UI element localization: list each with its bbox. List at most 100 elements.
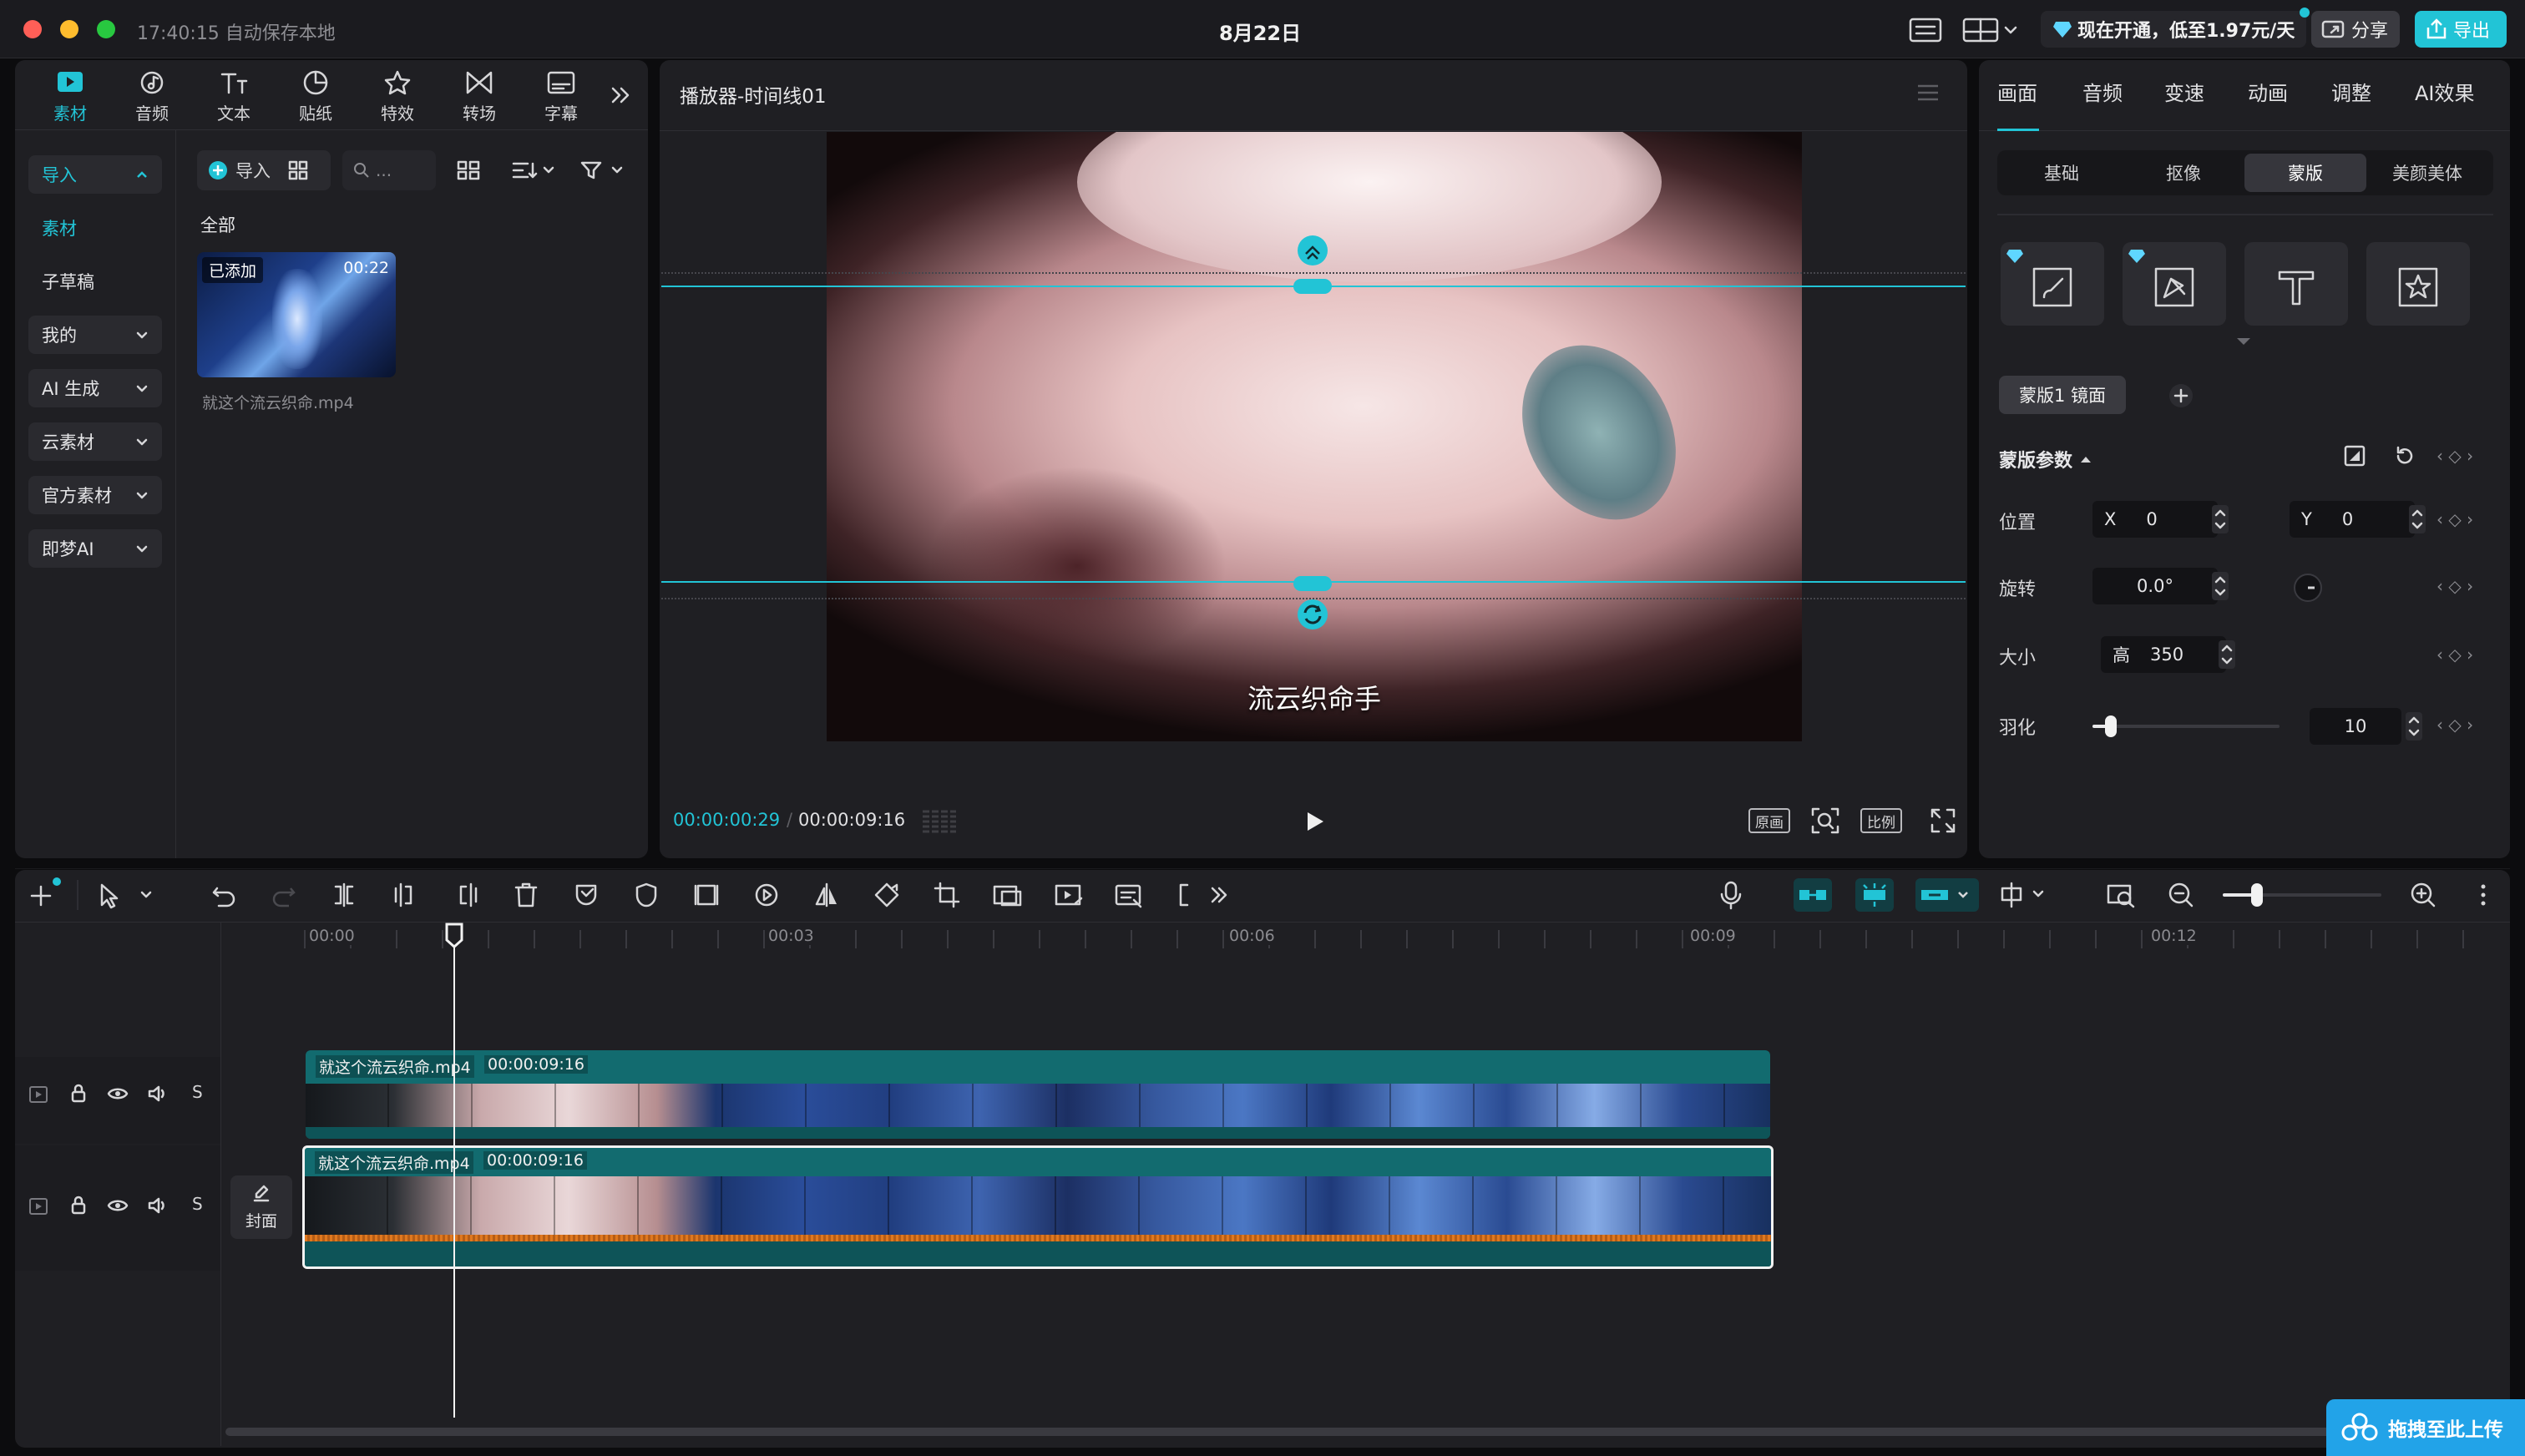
filter-icon[interactable] [579,159,626,182]
track2-solo-button[interactable]: S [192,1194,203,1214]
rotation-field[interactable]: 0.0° [2092,568,2218,604]
track1-eye-icon[interactable] [107,1085,129,1102]
position-y-field[interactable]: Y0 [2290,501,2415,538]
mask-shape-pen[interactable] [2123,242,2226,326]
keyframe-control-rotation[interactable]: ‹ ◇ › [2436,576,2473,596]
video-clip-track2-selected[interactable]: 就这个流云织命.mp4 00:00:09:16 [302,1145,1774,1269]
inspector-tab-adjust[interactable]: 调整 [2331,77,2371,106]
rotation-stepper-icon[interactable] [2211,571,2229,601]
search-input[interactable]: ... [342,150,436,190]
mask-layer-chip[interactable]: 蒙版1 镜面 [1999,376,2126,414]
tab-media[interactable]: 素材 [32,70,109,124]
track1-volume-icon[interactable] [147,1084,169,1104]
shortcut-keyboard-icon[interactable] [1909,17,1942,43]
timecode-grid-icon[interactable] [920,806,959,835]
media-clip-thumbnail[interactable]: 已添加 00:22 [197,252,396,377]
mask-feather-handle-icon[interactable] [1296,234,1329,267]
sidebar-item-ai-generate[interactable]: AI 生成 [28,369,162,407]
edit-cover-icon [253,1185,270,1202]
keyframe-control-feather[interactable]: ‹ ◇ › [2436,715,2473,735]
mask-top-handle[interactable] [1293,279,1332,294]
reset-icon[interactable] [2393,444,2416,468]
more-tabs-icon[interactable] [610,85,631,105]
play-icon[interactable] [1304,810,1326,833]
size-height-field[interactable]: 高 350 [2101,636,2226,673]
track-header-divider [220,922,221,1446]
time-separator: / [787,810,793,830]
sidebar-item-cloud[interactable]: 云素材 [28,422,162,461]
track2-lock-icon[interactable] [70,1196,87,1216]
original-quality-button[interactable]: 原画 [1748,808,1790,833]
import-nav-button[interactable]: 导入 [28,155,162,194]
upload-drop-button[interactable]: 拖拽至此上传 [2326,1399,2525,1456]
mask-shape-text[interactable] [2244,242,2348,326]
segment-cutout[interactable]: 抠像 [2123,154,2244,192]
sidebar-item-official[interactable]: 官方素材 [28,476,162,514]
size-stepper-icon[interactable] [2218,640,2236,670]
mask-shape-star[interactable] [2366,242,2470,326]
mask-shape-brush[interactable] [2001,242,2104,326]
track1-lock-icon[interactable] [70,1084,87,1104]
fullscreen-icon[interactable] [1929,806,1957,835]
mask-bottom-handle[interactable] [1293,576,1332,591]
position-x-field[interactable]: X0 [2092,501,2218,538]
sidebar-item-media[interactable]: 素材 [42,215,77,240]
track2-volume-icon[interactable] [147,1196,169,1216]
inspector-tab-animation[interactable]: 动画 [2248,77,2288,106]
segment-mask[interactable]: 蒙版 [2244,154,2366,192]
feather-field[interactable]: 10 [2310,708,2401,745]
share-button[interactable]: 分享 [2311,11,2400,48]
rotation-dial-icon[interactable] [2293,573,2323,603]
expand-shapes-icon[interactable] [2234,336,2253,347]
player-menu-icon[interactable] [1915,82,1941,104]
import-nav-label: 导入 [42,165,77,185]
segment-beauty[interactable]: 美颜美体 [2366,154,2488,192]
feather-slider-track[interactable] [2092,715,2280,737]
export-button[interactable]: 导出 [2415,11,2507,48]
feather-slider-thumb[interactable] [2105,715,2117,737]
tab-effects[interactable]: 特效 [359,70,436,124]
track2-eye-icon[interactable] [107,1197,129,1214]
sidebar-item-subdraft[interactable]: 子草稿 [42,269,94,294]
sort-icon[interactable] [511,159,558,182]
tab-text[interactable]: 文本 [195,70,272,124]
invert-mask-icon[interactable] [2343,444,2366,468]
mask-rotate-handle-icon[interactable] [1296,598,1329,631]
tab-caption[interactable]: 字幕 [523,70,600,124]
close-window-button[interactable] [23,20,42,38]
cover-button[interactable]: 封面 [230,1175,292,1239]
import-button[interactable]: 导入 [197,150,331,190]
feather-stepper-icon[interactable] [2405,711,2423,741]
sidebar-item-jimeng[interactable]: 即梦AI [28,529,162,568]
segment-basic[interactable]: 基础 [2001,154,2123,192]
timeline-scrollbar[interactable] [225,1428,2505,1436]
inspector-tab-speed[interactable]: 变速 [2164,77,2204,106]
position-x-stepper-icon[interactable] [2211,504,2229,534]
tab-transition-label: 转场 [463,104,496,124]
add-mask-icon[interactable] [2168,382,2194,409]
keyframe-control-position[interactable]: ‹ ◇ › [2436,509,2473,529]
position-y-stepper-icon[interactable] [2408,504,2426,534]
sidebar-item-mine[interactable]: 我的 [28,316,162,354]
tab-audio[interactable]: 音频 [114,70,190,124]
aspect-ratio-button[interactable]: 比例 [1860,808,1902,833]
video-clip-track1[interactable]: 就这个流云织命.mp4 00:00:09:16 [306,1050,1770,1139]
playhead-handle-icon[interactable] [444,922,464,948]
tab-transition[interactable]: 转场 [441,70,518,124]
mask-params-header[interactable]: 蒙版参数 [1999,446,2092,473]
inspector-tab-ai-effects[interactable]: AI效果 [2415,77,2475,106]
track1-solo-button[interactable]: S [192,1082,203,1102]
vip-promo-button[interactable]: 现在开通，低至1.97元/天 [2041,8,2310,48]
view-mode-icon[interactable] [456,159,481,182]
video-preview[interactable] [827,132,1802,741]
zoom-fit-icon[interactable] [1810,806,1840,835]
layout-switch-icon[interactable] [1962,17,2021,43]
tab-sticker[interactable]: 贴纸 [277,70,354,124]
keyframe-control-params[interactable]: ‹ ◇ › [2436,446,2473,466]
inspector-tab-picture[interactable]: 画面 [1997,77,2037,106]
keyframe-control-size[interactable]: ‹ ◇ › [2436,645,2473,665]
export-icon [2426,18,2447,39]
maximize-window-button[interactable] [97,20,115,38]
minimize-window-button[interactable] [60,20,78,38]
inspector-tab-audio[interactable]: 音频 [2082,77,2123,106]
